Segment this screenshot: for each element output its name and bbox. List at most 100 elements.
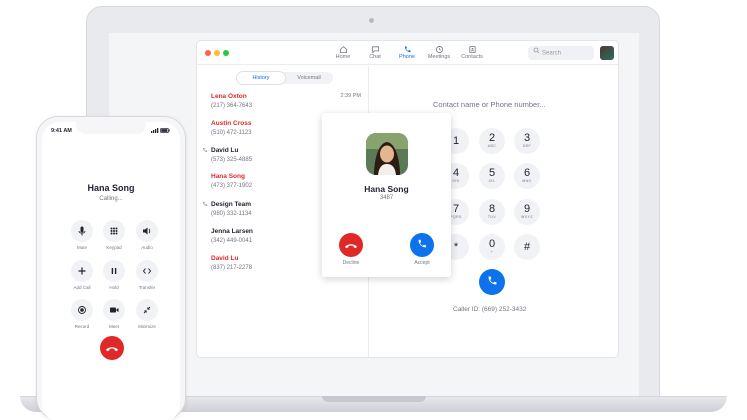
nav-home[interactable]: Home [325,45,361,60]
history-name: Lena Oxton [211,93,247,100]
key-letters: TUV [487,215,497,219]
history-number: (980) 332-1134 [211,211,252,217]
battery-icon [160,128,170,133]
keypad-key-hash[interactable]: # [514,234,540,260]
key-digit: 2 [488,132,496,144]
dial-button[interactable] [479,269,505,295]
history-number: (217) 364-7643 [211,103,253,109]
video-icon [110,307,119,313]
audio-button[interactable] [136,220,158,242]
tab-voicemail[interactable]: Voicemail [285,72,333,84]
history-number: (510) 472-1123 [211,130,252,136]
decline-button[interactable] [339,233,363,257]
outgoing-call-icon [202,201,208,209]
search-placeholder: Search [542,50,562,57]
speaker-icon [143,227,151,235]
keypad-key-6[interactable]: 6 MNO [514,163,540,189]
decline-label: Decline [342,260,360,266]
minimize-icon [143,306,151,314]
keypad-key-5[interactable]: 5 JKL [479,163,505,189]
history-name: Austin Cross [211,120,252,127]
record-icon [78,306,86,314]
history-number: (342) 449-0041 [211,238,253,244]
maximize-window-button[interactable] [223,50,229,56]
keypad-key-2[interactable]: 2 ABC [479,128,505,154]
history-time: 2:39 PM [340,93,361,99]
nav-contacts-label: Contacts [461,54,483,60]
key-letters: ABC [487,144,497,148]
minimize-label: Minimize [138,324,156,329]
caller-avatar [366,133,408,175]
close-window-button[interactable] [205,50,211,56]
search-input[interactable]: Search [528,46,594,60]
nav-meetings[interactable]: Meetings [421,45,457,60]
nav-home-label: Home [335,54,351,60]
key-digit: 5 [488,167,496,179]
chat-icon [357,45,393,54]
key-letters: MNO [522,179,532,183]
history-number: (473) 377-1902 [211,183,253,189]
key-letters: WXYZ [521,215,533,219]
laptop-camera [369,18,374,23]
key-letters: + [490,250,494,254]
mobile-screen: 9:41 AM Hana Song Calling... Mute Keypad… [42,122,180,420]
incoming-caller-extension: 3487 [379,195,394,201]
history-name: David Lu [211,147,239,154]
transfer-label: Transfer [138,285,156,290]
incoming-caller-name: Hana Song [364,184,409,194]
keypad-button[interactable] [103,220,125,242]
key-digit: # [523,241,531,253]
keypad-key-3[interactable]: 3 DEF [514,128,540,154]
user-avatar[interactable] [600,46,614,60]
meet-button[interactable] [103,299,125,321]
key-digit: 3 [523,132,531,144]
phone-notch [76,122,146,134]
title-bar: Home Chat Phone Meetings Contacts Search [197,41,618,65]
hold-button[interactable] [103,260,125,282]
status-bar-time: 9:41 AM [51,128,72,134]
nav-chat-label: Chat [369,54,381,60]
outgoing-call-icon [202,147,208,155]
record-button[interactable] [71,299,93,321]
history-name: Design Team [211,201,251,208]
phone-icon [418,239,426,248]
microphone-icon [78,226,86,236]
caller-id-label: Caller ID: (669) 252-3432 [453,306,527,313]
contact-number-input[interactable]: Contact name or Phone number... [433,100,546,109]
keypad-key-0[interactable]: 0 + [479,234,505,260]
phone-icon [389,45,425,54]
key-digit: 9 [523,203,531,215]
pause-icon [111,268,117,274]
accept-label: Accept [414,260,430,266]
minimize-button[interactable] [136,299,158,321]
end-call-button[interactable] [100,336,124,360]
audio-label: Audio [141,245,153,250]
laptop-notch [322,396,426,402]
call-status: Calling... [99,196,123,202]
history-name: David Lu [211,255,239,262]
history-name: Jenna Larsen [211,228,253,235]
contacts-icon [454,45,490,54]
status-bar-icons [150,128,170,135]
nav-chat[interactable]: Chat [357,45,393,60]
nav-phone[interactable]: Phone [389,45,425,60]
transfer-icon [142,268,152,274]
signal-icon [150,128,158,133]
clock-icon [421,45,457,54]
history-name: Hana Song [211,173,245,180]
key-digit: 6 [523,167,531,179]
key-digit: 0 [488,238,496,250]
add-call-button[interactable] [71,260,93,282]
history-voicemail-tabs: History Voicemail [237,72,333,84]
nav-contacts[interactable]: Contacts [454,45,490,60]
keypad-key-8[interactable]: 8 TUV [479,199,505,225]
transfer-button[interactable] [136,260,158,282]
nav-meetings-label: Meetings [427,54,451,60]
keypad-key-9[interactable]: 9 WXYZ [514,199,540,225]
key-digit: 8 [488,203,496,215]
phone-icon [488,276,497,285]
minimize-window-button[interactable] [214,50,220,56]
accept-button[interactable] [410,233,434,257]
tab-history[interactable]: History [237,72,285,84]
mute-button[interactable] [71,220,93,242]
